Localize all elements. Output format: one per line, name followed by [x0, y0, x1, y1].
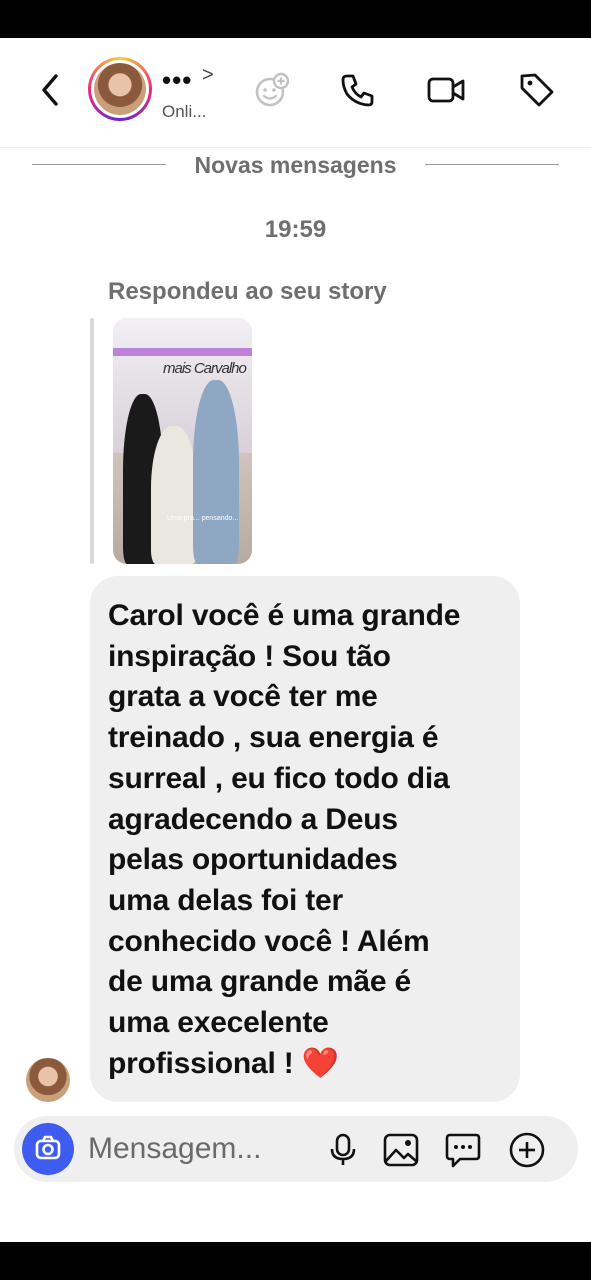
story-person-right	[193, 380, 239, 564]
heart-emoji: ❤️	[301, 1046, 339, 1080]
tag-icon[interactable]	[517, 70, 557, 110]
new-messages-label: Novas mensagens	[194, 152, 397, 178]
story-caption: Uma pra... pensando...	[167, 515, 239, 522]
bottom-black-bar	[0, 1242, 591, 1280]
camera-button[interactable]	[22, 1123, 74, 1175]
message-text: Carol você é uma grande inspiração ! Sou…	[108, 599, 461, 1080]
chevron-right-icon[interactable]: >	[202, 64, 214, 87]
chevron-left-icon[interactable]	[34, 70, 66, 110]
new-messages-divider: Novas mensagens	[32, 150, 559, 180]
contact-avatar[interactable]	[88, 57, 152, 121]
camera-icon	[35, 1135, 61, 1160]
story-person-middle	[151, 426, 197, 564]
video-camera-icon[interactable]	[426, 70, 466, 110]
plus-circle-icon[interactable]	[508, 1131, 546, 1169]
top-black-bar	[0, 0, 591, 38]
online-status: Onli...	[162, 102, 207, 121]
reply-context-label: Respondeu ao seu story	[108, 278, 387, 305]
message-timestamp: 19:59	[264, 216, 327, 243]
chat-bubble-icon[interactable]	[444, 1131, 482, 1169]
message-composer	[14, 1116, 578, 1182]
contact-name[interactable]: •••	[162, 67, 192, 93]
story-thumbnail[interactable]: mais Carvalho Uma pra... pensando...	[113, 318, 252, 564]
message-input[interactable]	[88, 1130, 308, 1168]
image-icon[interactable]	[382, 1131, 420, 1169]
avatar-photo	[94, 63, 146, 115]
phone-icon[interactable]	[338, 70, 378, 110]
story-sign-text: mais Carvalho	[163, 360, 247, 377]
sender-avatar[interactable]	[26, 1058, 70, 1102]
emoji-add-icon[interactable]	[252, 70, 292, 110]
microphone-icon[interactable]	[324, 1131, 362, 1169]
chat-header: ••• > Onli...	[0, 38, 591, 148]
message-bubble[interactable]: Carol você é uma grande inspiração ! Sou…	[90, 576, 520, 1102]
reply-indicator-bar	[90, 318, 94, 564]
chat-screen: ••• > Onli... Novas mensagens 19:59 Resp…	[0, 38, 591, 1242]
